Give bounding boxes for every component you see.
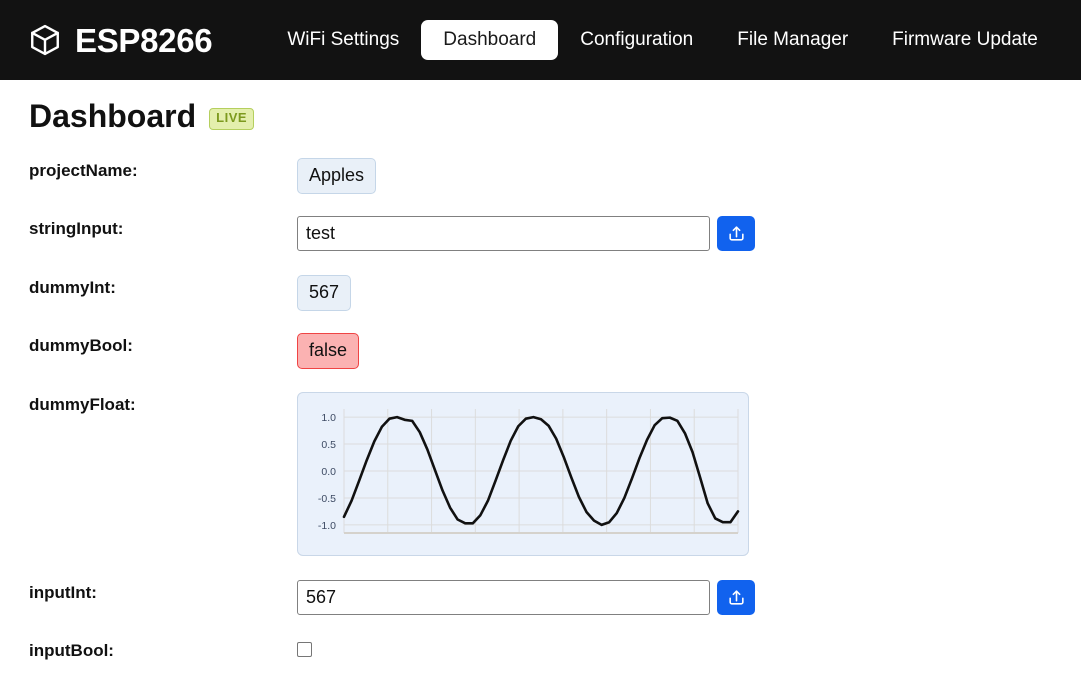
label-input-int: inputInt:	[29, 583, 97, 602]
field-row-dummy-float: dummyFloat: 1.0 0.5 0.0 -0.5 -1.0	[29, 392, 1069, 556]
brand-title: ESP8266	[75, 21, 213, 59]
field-row-project-name: projectName: Apples	[29, 158, 1069, 194]
field-row-input-int: inputInt:	[29, 580, 1069, 615]
chart-ytick-label: 1.0	[321, 412, 336, 424]
field-row-input-bool: inputBool:	[29, 638, 1069, 661]
string-input-upload-button[interactable]	[717, 216, 755, 251]
chart-ytick-label: -0.5	[318, 493, 336, 505]
label-dummy-bool: dummyBool:	[29, 336, 133, 355]
label-string-input: stringInput:	[29, 219, 124, 238]
nav-link-wifi-settings[interactable]: WiFi Settings	[265, 20, 421, 60]
value-dummy-int: 567	[297, 275, 352, 311]
field-row-string-input: stringInput:	[29, 216, 1069, 251]
value-dummy-int-wrap: 567	[297, 275, 1069, 311]
upload-icon	[727, 588, 746, 607]
field-row-dummy-bool: dummyBool: false	[29, 333, 1069, 369]
top-navbar: ESP8266 WiFi Settings Dashboard Configur…	[0, 0, 1081, 80]
chart-ytick-label: 0.0	[321, 466, 336, 478]
label-project-name: projectName:	[29, 161, 138, 180]
value-input-int-wrap	[297, 580, 1069, 615]
value-project-name-wrap: Apples	[297, 158, 1069, 194]
status-badge-live: LIVE	[209, 108, 255, 130]
value-dummy-float-wrap: 1.0 0.5 0.0 -0.5 -1.0	[297, 392, 1069, 556]
page-title: Dashboard	[29, 98, 197, 134]
label-dummy-int: dummyInt:	[29, 278, 116, 297]
upload-icon	[727, 224, 746, 243]
input-int-field[interactable]	[297, 580, 710, 615]
chart-svg: 1.0 0.5 0.0 -0.5 -1.0	[318, 409, 740, 534]
input-bool-checkbox[interactable]	[297, 642, 312, 657]
value-dummy-bool: false	[297, 333, 360, 369]
value-project-name: Apples	[297, 158, 377, 194]
nav-link-firmware-update[interactable]: Firmware Update	[870, 20, 1060, 60]
nav-link-configuration[interactable]: Configuration	[558, 20, 715, 60]
input-int-upload-button[interactable]	[717, 580, 755, 615]
page-header: Dashboard LIVE	[29, 98, 255, 134]
value-dummy-bool-wrap: false	[297, 333, 1069, 369]
nav-links: WiFi Settings Dashboard Configuration Fi…	[265, 20, 1060, 60]
nav-link-dashboard[interactable]: Dashboard	[421, 20, 559, 60]
value-input-bool-wrap	[297, 638, 1069, 657]
value-string-input-wrap	[297, 216, 1069, 251]
string-input-field[interactable]	[297, 216, 710, 251]
label-dummy-float: dummyFloat:	[29, 395, 136, 414]
field-row-dummy-int: dummyInt: 567	[29, 275, 1069, 311]
chart-ytick-label: -1.0	[318, 520, 336, 532]
cube-icon	[28, 23, 62, 57]
dummy-float-chart: 1.0 0.5 0.0 -0.5 -1.0	[297, 392, 749, 556]
chart-ytick-label: 0.5	[321, 439, 336, 451]
brand[interactable]: ESP8266	[28, 21, 213, 59]
nav-link-file-manager[interactable]: File Manager	[715, 20, 870, 60]
label-input-bool: inputBool:	[29, 641, 114, 660]
